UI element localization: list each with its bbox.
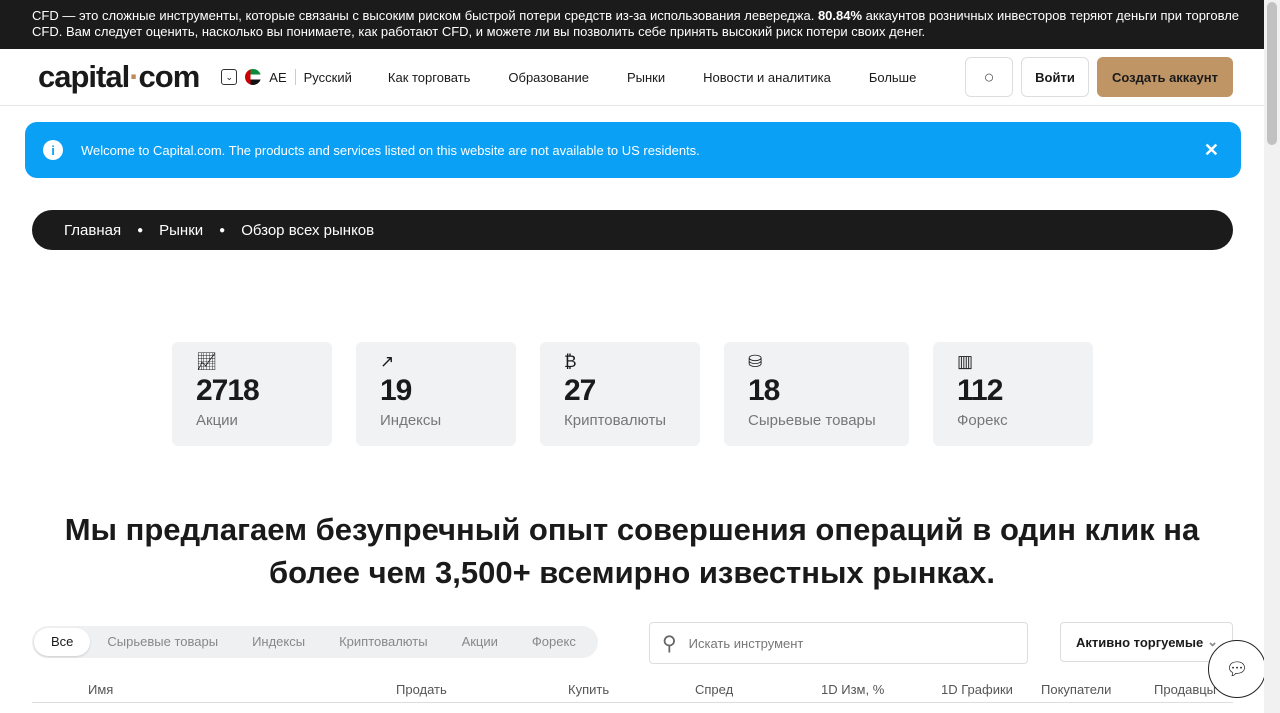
col-sell[interactable]: Продать: [396, 682, 447, 697]
tab-indices[interactable]: Индексы: [235, 628, 322, 656]
divider: [32, 702, 1233, 703]
stat-count: 19: [380, 374, 412, 407]
col-change[interactable]: 1D Изм, %: [821, 682, 884, 697]
sort-select[interactable]: Активно торгуемые ⌄: [1060, 622, 1233, 662]
coins-icon: ⛁: [748, 352, 763, 371]
stat-count: 18: [748, 374, 780, 407]
col-buyers[interactable]: Покупатели: [1041, 682, 1111, 697]
signup-button[interactable]: Создать аккаунт: [1097, 57, 1233, 97]
breadcrumb-current: Обзор всех рынков: [241, 221, 375, 239]
info-icon: i: [43, 140, 63, 160]
uae-flag-icon: [245, 69, 262, 85]
logo-dot: ·: [129, 59, 139, 94]
divider: [294, 69, 296, 85]
col-spread[interactable]: Спред: [695, 682, 733, 697]
risk-warning-banner: CFD — это сложные инструменты, которые с…: [0, 0, 1280, 49]
search-icon: ⚲: [662, 632, 677, 655]
search-button[interactable]: ○: [965, 57, 1013, 97]
alert-text: Welcome to Capital.com. The products and…: [81, 142, 700, 158]
headline: Мы предлагаем безупречный опыт совершени…: [64, 512, 1200, 590]
menu-education[interactable]: Образование: [508, 70, 589, 85]
login-button[interactable]: Войти: [1021, 57, 1089, 97]
bitcoin-icon: ₿: [564, 352, 577, 371]
stat-label: Криптовалюты: [564, 412, 667, 429]
instrument-search-input[interactable]: ⚲ Искать инструмент: [649, 622, 1028, 664]
chevron-down-icon: ⌄: [221, 69, 238, 85]
language-selector[interactable]: ⌄ AE Русский: [221, 69, 352, 85]
bar-chart-icon: ▥: [957, 352, 974, 371]
stat-count: 112: [957, 374, 1003, 407]
stat-label: Акции: [196, 412, 238, 429]
breadcrumb-home[interactable]: Главная: [64, 222, 121, 239]
menu-news[interactable]: Новости и аналитика: [703, 70, 831, 85]
stat-label: Форекс: [957, 412, 1008, 429]
stat-card-commodities[interactable]: ⛁ 18 Сырьевые товары: [724, 342, 909, 446]
language-label: Русский: [303, 69, 352, 85]
col-name[interactable]: Имя: [88, 682, 113, 697]
col-chart: 1D Графики: [941, 682, 1013, 697]
col-sellers[interactable]: Продавцы: [1154, 682, 1216, 697]
stat-count: 27: [564, 374, 596, 407]
scrollbar[interactable]: [1264, 0, 1280, 713]
scrollbar-thumb[interactable]: [1267, 2, 1277, 145]
menu-how-to-trade[interactable]: Как торговать: [388, 70, 471, 85]
risk-text: CFD — это сложные инструменты, которые с…: [32, 8, 818, 23]
tab-forex[interactable]: Форекс: [515, 628, 593, 656]
chart-line-icon: 📈︎: [196, 352, 218, 371]
logo-text-2: com: [138, 59, 201, 94]
col-buy[interactable]: Купить: [568, 682, 609, 697]
main-menu: Как торговать Образование Рынки Новости …: [388, 70, 916, 85]
stat-card-stocks[interactable]: 📈︎ 2718 Акции: [172, 342, 332, 446]
risk-percent: 80.84%: [817, 8, 863, 23]
tab-all[interactable]: Все: [34, 628, 91, 656]
breadcrumb: Главная ● Рынки ● Обзор всех рынков: [32, 210, 1233, 250]
sort-value: Активно торгуемые: [1076, 634, 1204, 650]
menu-more[interactable]: Больше: [869, 70, 917, 85]
us-residents-alert: i Welcome to Capital.com. The products a…: [25, 122, 1241, 178]
bullet: ●: [137, 224, 144, 236]
stat-label: Сырьевые товары: [748, 412, 876, 429]
stat-card-crypto[interactable]: ₿ 27 Криптовалюты: [540, 342, 700, 446]
logo[interactable]: capital·com: [38, 59, 201, 95]
bullet: ●: [219, 224, 226, 236]
stat-card-forex[interactable]: ▥ 112 Форекс: [933, 342, 1093, 446]
menu-markets[interactable]: Рынки: [627, 70, 665, 85]
breadcrumb-markets[interactable]: Рынки: [159, 222, 203, 239]
logo-text: capital: [38, 59, 130, 94]
chat-button[interactable]: 💬︎: [1208, 640, 1266, 698]
tab-commodities[interactable]: Сырьевые товары: [90, 628, 235, 656]
search-placeholder: Искать инструмент: [688, 635, 804, 651]
close-icon[interactable]: ✕: [1204, 140, 1219, 161]
chat-icon: 💬︎: [1225, 658, 1249, 679]
stat-card-indices[interactable]: ↗ 19 Индексы: [356, 342, 516, 446]
top-nav: capital·com ⌄ AE Русский Как торговать О…: [0, 49, 1280, 106]
market-filter-tabs: Все Сырьевые товары Индексы Криптовалюты…: [32, 626, 598, 658]
tab-stocks[interactable]: Акции: [445, 628, 515, 656]
search-icon: ○: [983, 66, 995, 87]
tab-crypto[interactable]: Криптовалюты: [322, 628, 444, 656]
trending-up-icon: ↗: [380, 352, 395, 371]
region-code: AE: [269, 69, 287, 85]
stat-count: 2718: [196, 374, 260, 407]
stat-label: Индексы: [380, 412, 442, 429]
